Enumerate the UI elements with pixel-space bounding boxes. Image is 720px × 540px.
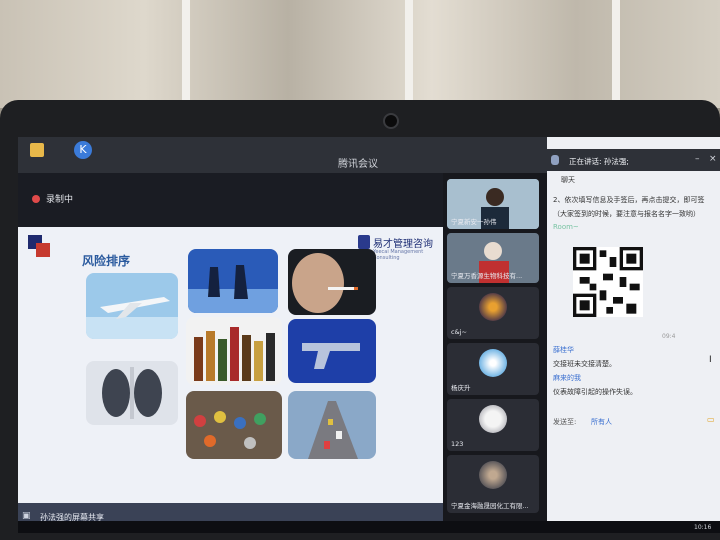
participant-avatar [479,461,507,489]
participant-name: c&j~ [451,328,467,336]
participant-name: 杨庆升 [451,384,471,392]
chat-timestamp: 09:4 [662,333,676,340]
chat-sender: 麻来的我 [553,374,581,382]
participant-tile[interactable]: c&j~ [447,287,539,339]
participant-tile[interactable]: 宁夏新安一孙伟 [447,179,539,229]
participant-avatar [479,349,507,377]
gun-image [288,319,376,383]
presentation-slide: 易才管理咨询 Yeecai Management Consulting 风险排序 [18,227,443,503]
ceiling-rod [405,0,413,104]
close-icon[interactable]: × [709,154,717,164]
folder-icon[interactable]: ▭ [707,415,715,424]
airplane-image [86,273,178,339]
participant-tile[interactable]: 杨庆升 [447,343,539,395]
recording-bar: 录制中 [18,173,443,227]
webcam [383,113,399,129]
send-to-select[interactable]: 所有人 [591,417,612,427]
participant-name: 123 [451,440,464,448]
chat-message: 仪表故障引起的操作失误。 [553,388,637,396]
chat-message: 交接班未交接清楚。 [553,360,616,368]
minimize-icon[interactable]: – [695,154,700,164]
chat-text: （大家签到的时候，要注意与报名名字一致哟） [553,210,700,218]
chat-title: 聊天 [561,176,575,184]
participant-name: 宁夏新安一孙伟 [451,218,497,226]
slide-decoration [36,243,50,257]
logo-icon [358,235,370,249]
silhouette-image [188,249,278,313]
participant-name: 宁夏万香源生物科技有... [451,272,523,280]
participant-name: 宁夏金海融晟园化工有限... [451,502,529,510]
participant-avatar [479,293,507,321]
alcohol-bottles-image [186,317,282,385]
slide-title: 风险排序 [82,254,131,268]
smoking-image [288,249,376,315]
microphone-icon [551,155,559,165]
recording-label: 录制中 [46,195,74,205]
slide-logo-text: 易才管理咨询 [373,239,433,250]
chat-sender: 薛桂华 [553,346,574,354]
participant-avatar [479,405,507,433]
ceiling-rod [612,0,620,104]
participant-tile[interactable]: 123 [447,399,539,451]
shared-screen-stage: 录制中 易才管理咨询 Yeecai Management Consulting … [18,173,443,533]
speaking-indicator: 正在讲话: 孙法强; [569,157,629,166]
slide-logo-subtitle: Yeecai Management Consulting [373,249,424,261]
window-title: 腾讯会议 [338,159,378,170]
traffic-crowd-image [186,391,282,459]
chat-text: 2、依次填写信息及手签后，再点击提交，即可签 [553,196,705,204]
send-to-label: 发送至: [553,418,577,426]
highway-traffic-image [288,391,376,459]
laptop-screen: K 腾讯会议 录制中 易才管理咨询 Yeecai Management Cons… [18,137,720,533]
participant-tile[interactable]: 宁夏金海融晟园化工有限... [447,455,539,513]
chat-panel: 正在讲话: 孙法强; – × 聊天 2、依次填写信息及手签后，再点击提交，即可签… [547,137,720,533]
text-cursor-icon: I [709,355,712,365]
screen-share-icon: ▣ [22,511,31,521]
taskbar: 10:16 [18,521,720,533]
folder-icon[interactable] [30,143,44,157]
participant-video-list: 宁夏新安一孙伟 宁夏万香源生物科技有... c&j~ 杨庆升 123 宁夏金海融… [443,173,547,533]
record-icon [32,195,40,203]
chat-room-label: Room~ [553,223,579,231]
ceiling-rod [182,0,190,104]
clock: 10:16 [694,524,712,531]
xray-image [86,361,178,425]
qr-code-image[interactable] [573,247,643,317]
participant-tile[interactable]: 宁夏万香源生物科技有... [447,233,539,283]
meeting-app-icon[interactable]: K [74,141,92,159]
